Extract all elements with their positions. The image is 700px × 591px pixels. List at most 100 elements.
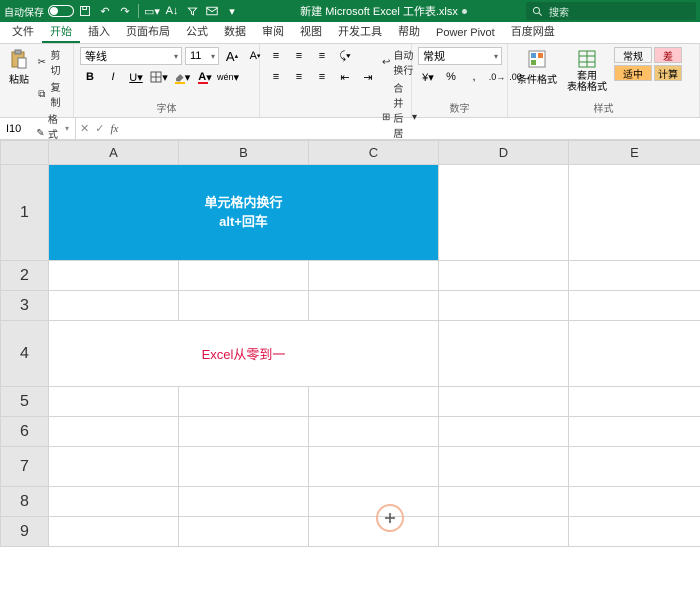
tab-home[interactable]: 开始 bbox=[42, 20, 80, 43]
column-headers: A B C D E bbox=[1, 141, 700, 165]
tab-insert[interactable]: 插入 bbox=[80, 20, 118, 43]
align-top-button[interactable]: ≡ bbox=[266, 47, 286, 65]
tab-power-pivot[interactable]: Power Pivot bbox=[428, 24, 503, 43]
align-right-button[interactable]: ≡ bbox=[312, 68, 332, 86]
row-header-9[interactable]: 9 bbox=[1, 517, 49, 547]
fill-color-button[interactable]: ▾ bbox=[172, 68, 192, 86]
autosave-label: 自动保存 bbox=[4, 4, 44, 19]
conditional-format-button[interactable]: 条件格式 bbox=[514, 47, 560, 88]
row-4: 4 Excel从零到一 bbox=[1, 321, 700, 387]
chevron-down-icon: ▾ bbox=[65, 124, 69, 133]
tab-view[interactable]: 视图 bbox=[292, 20, 330, 43]
select-all-button[interactable] bbox=[1, 141, 49, 165]
formula-input[interactable] bbox=[122, 118, 700, 139]
tab-file[interactable]: 文件 bbox=[4, 20, 42, 43]
col-header-C[interactable]: C bbox=[309, 141, 439, 165]
save-icon[interactable] bbox=[76, 2, 94, 20]
format-as-table-button[interactable]: 套用 表格格式 bbox=[564, 47, 610, 95]
bold-button[interactable]: B bbox=[80, 68, 100, 86]
quick-access-toolbar: 自动保存 ↶ ↷ ▭▾ A↓ ▾ bbox=[4, 2, 241, 20]
number-format-select[interactable]: 常规▾ bbox=[418, 47, 502, 65]
col-header-D[interactable]: D bbox=[439, 141, 569, 165]
confirm-formula-icon[interactable]: ✓ bbox=[95, 122, 104, 135]
col-header-A[interactable]: A bbox=[49, 141, 179, 165]
qat-customize-icon[interactable]: ▾ bbox=[223, 2, 241, 20]
border-button[interactable]: ▾ bbox=[149, 68, 169, 86]
row-header-2[interactable]: 2 bbox=[1, 261, 49, 291]
font-size-select[interactable]: 11▾ bbox=[185, 47, 219, 65]
insert-function-icon[interactable]: fx bbox=[110, 123, 118, 135]
increase-indent-button[interactable]: ⇥ bbox=[358, 68, 378, 86]
tab-data[interactable]: 数据 bbox=[216, 20, 254, 43]
cell-banner[interactable]: 单元格内换行 alt+回车 bbox=[49, 165, 439, 261]
align-left-button[interactable]: ≡ bbox=[266, 68, 286, 86]
orientation-button[interactable]: ⤹▾ bbox=[335, 47, 355, 65]
cut-button[interactable]: ✂剪切 bbox=[36, 47, 67, 77]
font-color-button[interactable]: A▾ bbox=[195, 68, 215, 86]
accounting-button[interactable]: ¥▾ bbox=[418, 68, 438, 86]
row-header-8[interactable]: 8 bbox=[1, 487, 49, 517]
style-calc[interactable]: 计算 bbox=[654, 65, 682, 81]
decrease-indent-button[interactable]: ⇤ bbox=[335, 68, 355, 86]
col-header-B[interactable]: B bbox=[179, 141, 309, 165]
italic-button[interactable]: I bbox=[103, 68, 123, 86]
cut-icon: ✂ bbox=[36, 55, 48, 69]
toggle-off-icon bbox=[48, 5, 74, 17]
tab-help[interactable]: 帮助 bbox=[390, 20, 428, 43]
window-title: 新建 Microsoft Excel 工作表.xlsx bbox=[247, 3, 520, 19]
row-header-4[interactable]: 4 bbox=[1, 321, 49, 387]
tab-formulas[interactable]: 公式 bbox=[178, 20, 216, 43]
increase-font-button[interactable]: A▴ bbox=[222, 47, 242, 65]
paste-button[interactable]: 粘贴 bbox=[6, 47, 32, 88]
conditional-format-icon bbox=[527, 49, 547, 69]
style-bad[interactable]: 差 bbox=[654, 47, 682, 63]
sort-asc-icon[interactable]: A↓ bbox=[163, 2, 181, 20]
row-header-1[interactable]: 1 bbox=[1, 165, 49, 261]
row-header-7[interactable]: 7 bbox=[1, 447, 49, 487]
col-header-E[interactable]: E bbox=[569, 141, 700, 165]
align-middle-button[interactable]: ≡ bbox=[289, 47, 309, 65]
style-normal[interactable]: 常规 bbox=[614, 47, 652, 63]
group-styles: 条件格式 套用 表格格式 常规 差 适中 计算 样式 bbox=[508, 44, 700, 117]
title-bar: 自动保存 ↶ ↷ ▭▾ A↓ ▾ 新建 Microsoft Excel 工作表.… bbox=[0, 0, 700, 22]
name-box[interactable]: I10 ▾ bbox=[0, 118, 76, 139]
search-input[interactable]: 搜索 bbox=[526, 2, 696, 20]
table-icon bbox=[577, 49, 597, 69]
group-font: 等线▾ 11▾ A▴ A▾ B I U▾ ▾ ▾ A▾ wén▾ 字体 bbox=[74, 44, 260, 117]
wrap-icon: ↩ bbox=[382, 55, 390, 69]
copy-icon: ⧉ bbox=[36, 87, 48, 101]
undo-icon[interactable]: ↶ bbox=[96, 2, 114, 20]
group-alignment: ≡ ≡ ≡ ⤹▾ ≡ ≡ ≡ ⇤ ⇥ ↩自动换行 ⊞合并后居中▾ 对齐方式 bbox=[260, 44, 412, 117]
align-bottom-button[interactable]: ≡ bbox=[312, 47, 332, 65]
tab-developer[interactable]: 开发工具 bbox=[330, 20, 390, 43]
tab-review[interactable]: 审阅 bbox=[254, 20, 292, 43]
autosave-toggle[interactable]: 自动保存 bbox=[4, 4, 74, 19]
cancel-formula-icon[interactable]: ✕ bbox=[80, 122, 89, 135]
move-cursor-icon bbox=[384, 512, 396, 524]
tab-baidu-netdisk[interactable]: 百度网盘 bbox=[503, 20, 563, 43]
copy-button[interactable]: ⧉复制 bbox=[36, 79, 67, 109]
redo-icon[interactable]: ↷ bbox=[116, 2, 134, 20]
touch-mode-icon[interactable]: ▭▾ bbox=[143, 2, 161, 20]
spreadsheet-grid[interactable]: A B C D E 1 单元格内换行 alt+回车 2 3 4 Excel从零到… bbox=[0, 140, 700, 591]
font-name-select[interactable]: 等线▾ bbox=[80, 47, 182, 65]
phonetic-button[interactable]: wén▾ bbox=[218, 68, 238, 86]
cell-watermark[interactable]: Excel从零到一 bbox=[49, 321, 439, 387]
style-good[interactable]: 适中 bbox=[614, 65, 652, 81]
row-header-3[interactable]: 3 bbox=[1, 291, 49, 321]
unsaved-dot-icon bbox=[462, 9, 467, 14]
comma-button[interactable]: , bbox=[464, 68, 484, 86]
increase-decimal-button[interactable]: .0→ bbox=[487, 68, 507, 86]
email-icon[interactable] bbox=[203, 2, 221, 20]
group-number: 常规▾ ¥▾ % , .0→ .00→ 数字 bbox=[412, 44, 508, 117]
percent-button[interactable]: % bbox=[441, 68, 461, 86]
row-header-6[interactable]: 6 bbox=[1, 417, 49, 447]
row-header-5[interactable]: 5 bbox=[1, 387, 49, 417]
group-clipboard: 粘贴 ✂剪切 ⧉复制 ✎格式刷 剪贴板 bbox=[0, 44, 74, 117]
paste-icon bbox=[9, 49, 29, 69]
tab-page-layout[interactable]: 页面布局 bbox=[118, 20, 178, 43]
filter-icon[interactable] bbox=[183, 2, 201, 20]
align-center-button[interactable]: ≡ bbox=[289, 68, 309, 86]
ribbon-tabs: 文件 开始 插入 页面布局 公式 数据 审阅 视图 开发工具 帮助 Power … bbox=[0, 22, 700, 44]
underline-button[interactable]: U▾ bbox=[126, 68, 146, 86]
